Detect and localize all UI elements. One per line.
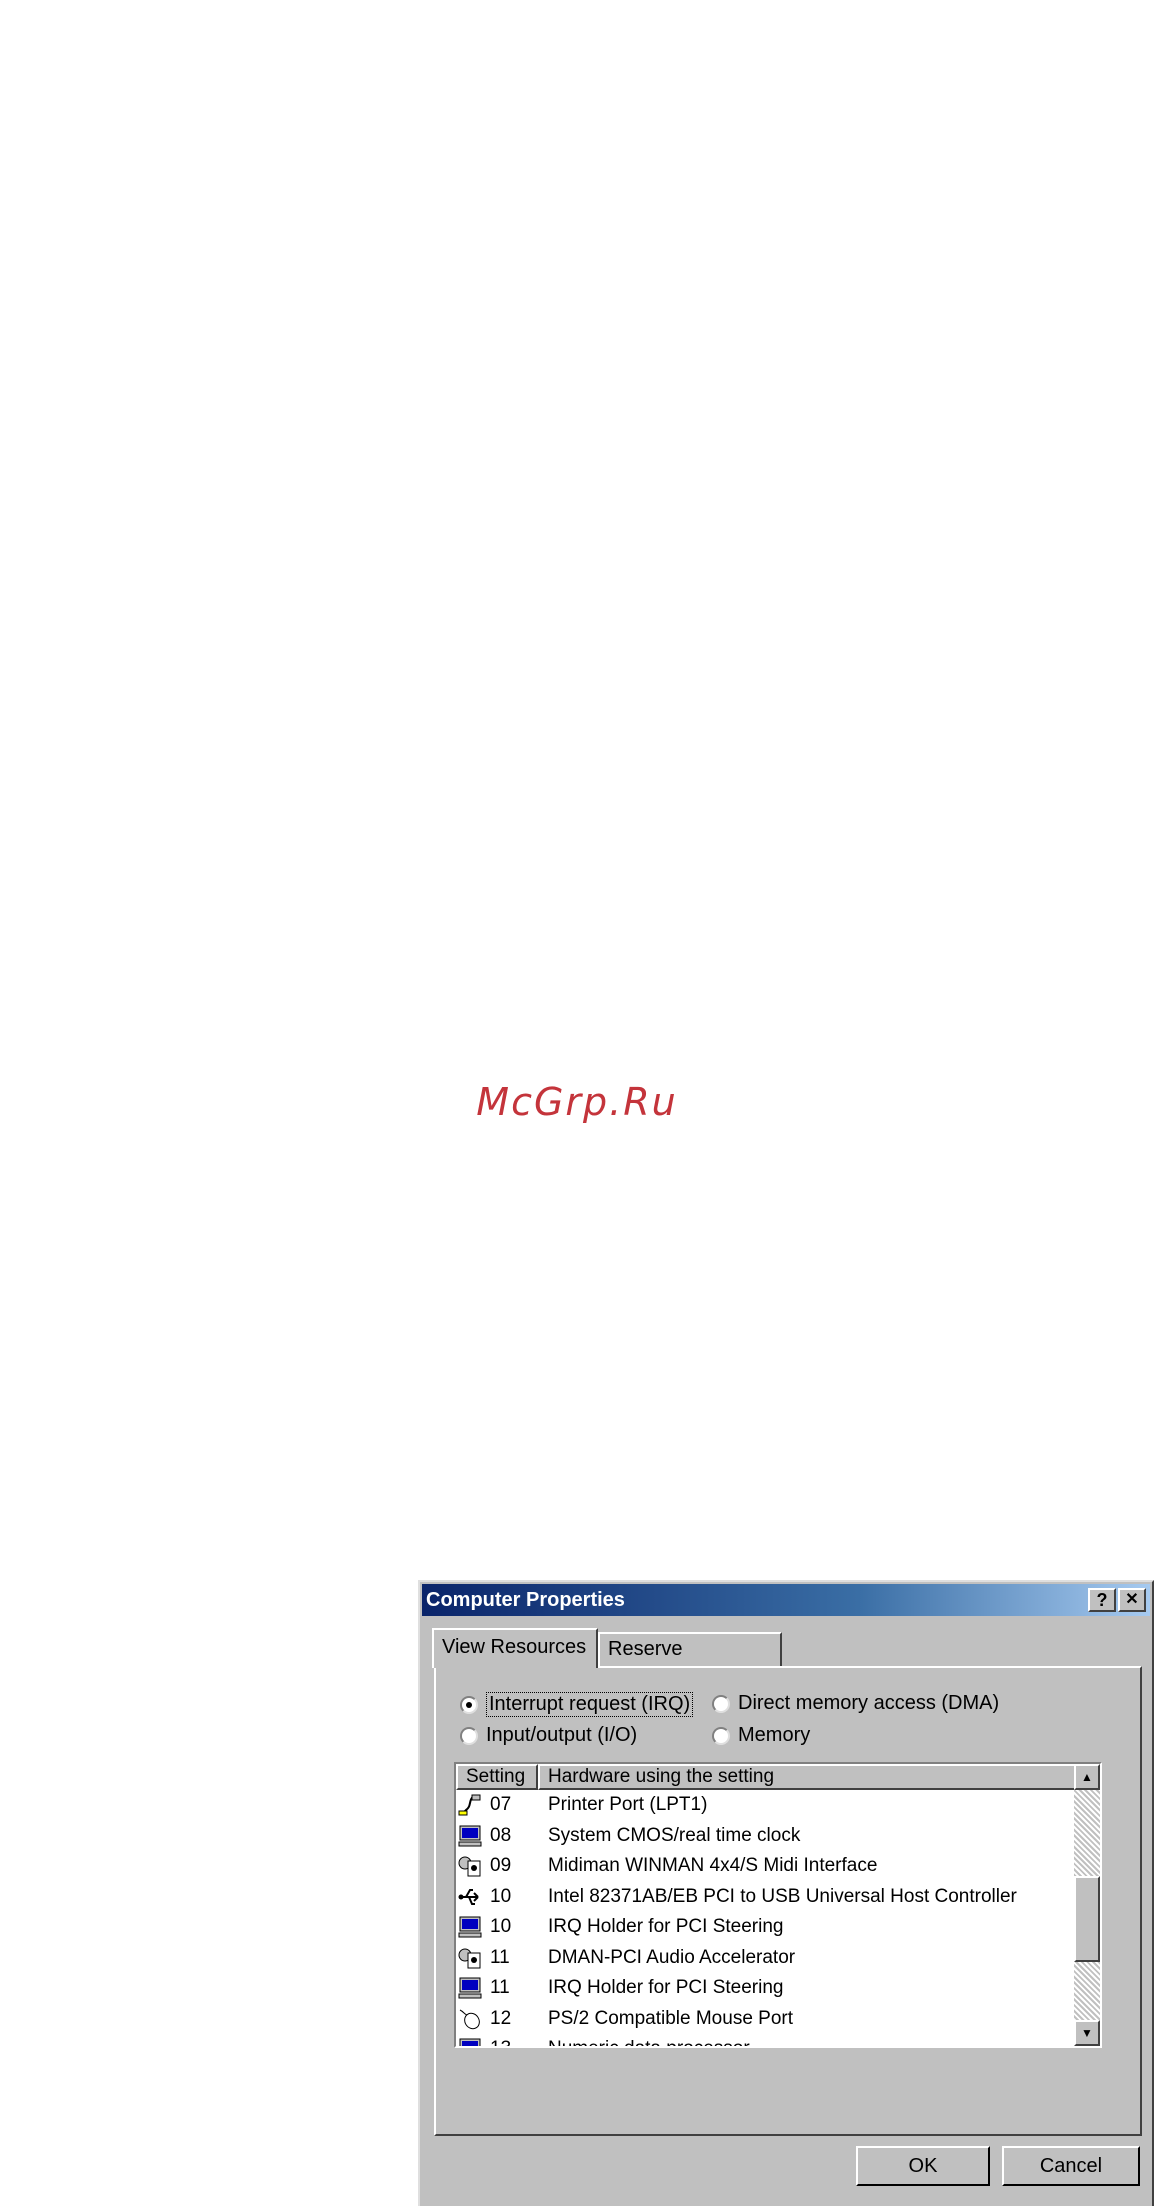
tab-view-resources[interactable]: View Resources	[432, 1628, 598, 1668]
view-resources-panel: Interrupt request (IRQ) Input/output (I/…	[434, 1666, 1142, 2136]
radio-memory[interactable]: Memory	[712, 1724, 810, 1747]
watermark-text: McGrp.Ru	[476, 1080, 678, 1124]
close-icon[interactable]: ✕	[1118, 1588, 1146, 1612]
radio-irq-label: Interrupt request (IRQ)	[486, 1692, 694, 1717]
computer-icon	[458, 1977, 482, 1999]
table-row[interactable]: 12 PS/2 Compatible Mouse Port	[456, 2004, 1076, 2035]
table-row[interactable]: 13 Numeric data processor	[456, 2034, 1076, 2046]
table-row[interactable]: 09 Midiman WINMAN 4x4/S Midi Interface	[456, 1851, 1076, 1882]
row-setting: 12	[490, 2007, 512, 2029]
row-hardware: DMAN-PCI Audio Accelerator	[548, 1946, 796, 1968]
table-row[interactable]: 08 System CMOS/real time clock	[456, 1821, 1076, 1852]
usb-icon	[458, 1888, 479, 1905]
row-hardware: IRQ Holder for PCI Steering	[548, 1977, 784, 1998]
radio-io-label: Input/output (I/O)	[486, 1724, 638, 1746]
row-hardware: Intel 82371AB/EB PCI to USB Universal Ho…	[548, 1885, 1017, 1907]
radio-dma-button[interactable]	[712, 1694, 730, 1713]
table-row[interactable]: 07 Printer Port (LPT1)	[456, 1790, 1076, 1821]
row-setting: 13	[490, 2034, 511, 2046]
multimedia-icon	[458, 1948, 481, 1968]
table-row[interactable]: 10 Intel 82371AB/EB PCI to USB Universal…	[456, 1882, 1076, 1913]
row-setting: 09	[490, 1855, 512, 1876]
tab-label: View Resources	[442, 1636, 587, 1658]
row-setting: 10	[490, 1916, 512, 1937]
scroll-down-icon[interactable]: ▼	[1074, 2020, 1100, 2046]
computer-icon	[458, 1825, 482, 1846]
radio-irq-button[interactable]	[460, 1695, 478, 1714]
radio-io-button[interactable]	[460, 1726, 478, 1745]
row-setting: 10	[490, 1885, 512, 1907]
radio-dma-label: Direct memory access (DMA)	[738, 1692, 1000, 1714]
computer-icon	[458, 1916, 482, 1938]
radio-irq[interactable]: Interrupt request (IRQ)	[460, 1692, 694, 1717]
row-hardware: System CMOS/real time clock	[548, 1824, 801, 1846]
vertical-scrollbar[interactable]: ▲ ▼	[1074, 1764, 1100, 2046]
mouse-icon	[459, 2009, 480, 2029]
table-row[interactable]: 11 IRQ Holder for PCI Steering	[456, 1973, 1076, 2004]
row-hardware: Printer Port (LPT1)	[548, 1794, 708, 1815]
table-row[interactable]: 10 IRQ Holder for PCI Steering	[456, 1912, 1076, 1943]
column-header-hardware[interactable]: Hardware using the setting	[538, 1764, 1076, 1790]
row-setting: 07	[490, 1794, 512, 1815]
resource-rows: 07 Printer Port (LPT1) 08 System CMOS/re…	[456, 1790, 1076, 2046]
multimedia-icon	[458, 1856, 481, 1877]
radio-dma[interactable]: Direct memory access (DMA)	[712, 1692, 999, 1715]
tab-reserve-resources[interactable]: Reserve Resources	[598, 1632, 782, 1690]
row-setting: 11	[490, 1977, 510, 1998]
radio-memory-label: Memory	[738, 1724, 811, 1746]
column-header-setting[interactable]: Setting	[456, 1764, 538, 1790]
row-hardware: IRQ Holder for PCI Steering	[548, 1916, 784, 1937]
window-title: Computer Properties	[426, 1589, 625, 1611]
row-hardware: PS/2 Compatible Mouse Port	[548, 2007, 794, 2029]
ok-button[interactable]: OK	[856, 2146, 990, 2186]
title-bar[interactable]: Computer Properties ? ✕	[422, 1584, 1150, 1616]
row-hardware: Numeric data processor	[548, 2034, 750, 2046]
scroll-thumb[interactable]	[1074, 1876, 1100, 1962]
computer-icon	[459, 2038, 481, 2046]
help-icon[interactable]: ?	[1088, 1588, 1116, 1612]
printer-port-icon	[458, 1794, 481, 1816]
row-setting: 11	[490, 1946, 510, 1968]
row-setting: 08	[490, 1824, 512, 1846]
resource-list[interactable]: Setting Hardware using the setting 07 Pr…	[454, 1762, 1102, 2048]
row-hardware: Midiman WINMAN 4x4/S Midi Interface	[548, 1855, 878, 1876]
table-row[interactable]: 11 DMAN-PCI Audio Accelerator	[456, 1943, 1076, 1974]
radio-memory-button[interactable]	[712, 1726, 730, 1745]
scroll-up-icon[interactable]: ▲	[1074, 1764, 1100, 1790]
radio-io[interactable]: Input/output (I/O)	[460, 1724, 637, 1747]
cancel-button[interactable]: Cancel	[1002, 2146, 1140, 2186]
computer-properties-dialog: Computer Properties ? ✕ View Resources R…	[418, 1580, 1154, 2206]
